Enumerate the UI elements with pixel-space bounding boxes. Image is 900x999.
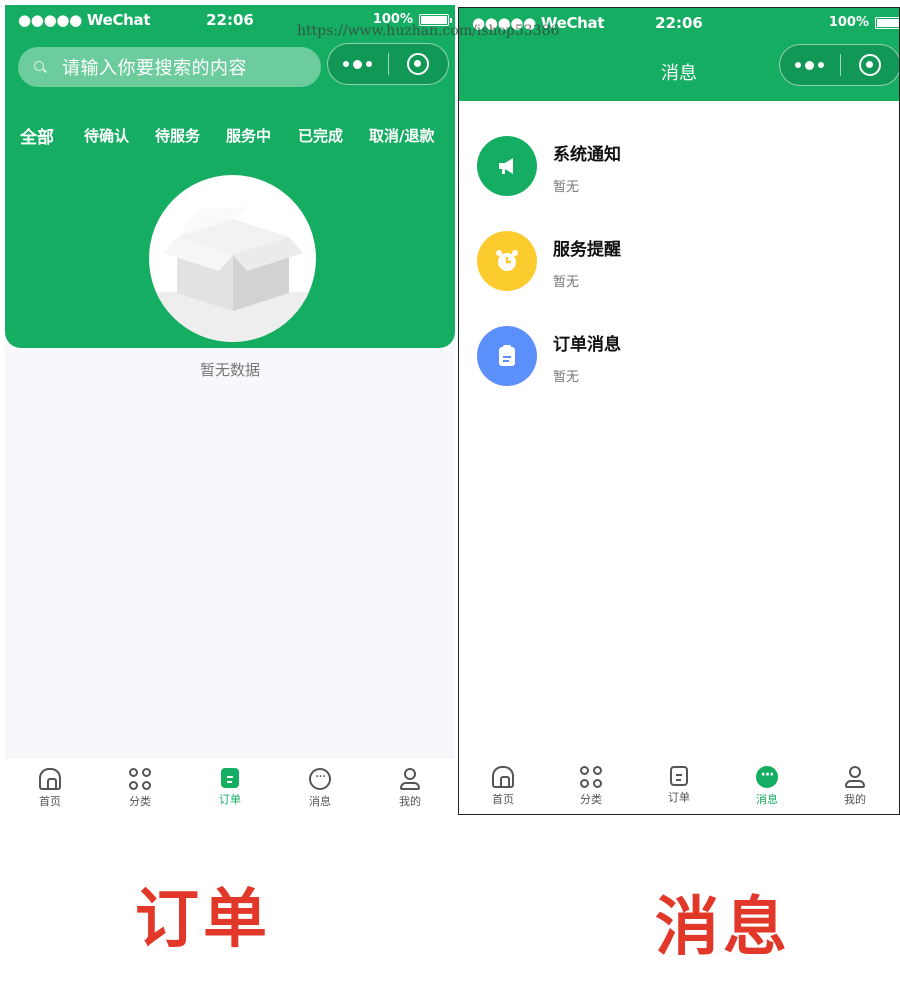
tabbar-home-label: 首页 [492,793,514,806]
tabbar-me-label: 我的 [399,795,421,808]
user-icon [844,766,866,788]
tabbar-home[interactable]: 首页 [459,756,547,814]
tabbar-category-label: 分类 [580,793,602,806]
home-icon [39,768,61,790]
tabbar-me[interactable]: 我的 [365,758,455,817]
tab-completed[interactable]: 已完成 [298,125,343,146]
tabbar-orders-label: 订单 [219,793,241,806]
miniprogram-capsule [779,44,899,86]
empty-state-text: 暂无数据 [199,361,260,379]
tabbar-category[interactable]: 分类 [547,756,635,814]
message-icon [756,766,778,788]
tabbar-me[interactable]: 我的 [811,756,899,814]
search-input[interactable]: 请输入你要搜索的内容 [18,47,321,87]
tabbar-messages[interactable]: 消息 [723,756,811,814]
message-item-title: 系统通知 [553,145,621,165]
messages-header: ●●●●● WeChat 22:06 100% 消息 [459,8,899,101]
tabbar-orders[interactable]: 订单 [635,756,723,814]
home-icon [492,766,514,788]
messages-screen: ●●●●● WeChat 22:06 100% 消息 系统通知 暂无 服务提醒 … [458,7,900,815]
close-miniprogram-icon[interactable] [388,53,448,75]
tabbar-me-label: 我的 [844,793,866,806]
message-item-order[interactable]: 订单消息 暂无 [477,326,877,386]
close-miniprogram-icon[interactable] [840,54,899,76]
tab-all[interactable]: 全部 [20,123,54,148]
megaphone-icon [477,136,537,196]
bottom-tabbar: 首页 分类 订单 消息 我的 [459,756,899,814]
tabbar-messages-label: 消息 [309,795,331,808]
more-menu-icon[interactable] [780,60,840,70]
more-menu-icon[interactable] [328,59,388,69]
tabbar-messages[interactable]: 消息 [275,758,365,817]
caption-orders: 订单 [135,883,271,957]
tabbar-category-label: 分类 [129,795,151,808]
category-icon [580,766,602,788]
tab-pending-service[interactable]: 待服务 [155,125,200,146]
tabbar-category[interactable]: 分类 [95,758,185,817]
tabbar-orders-label: 订单 [668,791,690,804]
category-icon [129,768,151,790]
tab-cancelled-refund[interactable]: 取消/退款 [369,125,434,146]
message-item-title: 订单消息 [553,335,621,355]
watermark-url: https://www.huzhan.com/ishop53386 [297,23,560,39]
message-item-system[interactable]: 系统通知 暂无 [477,136,877,196]
caption-messages: 消息 [655,891,791,965]
message-item-subtitle: 暂无 [553,370,580,385]
message-item-title: 服务提醒 [553,240,621,260]
order-icon [670,766,688,786]
message-icon [309,768,331,790]
tabbar-orders[interactable]: 订单 [185,758,275,817]
tabbar-home-label: 首页 [39,795,61,808]
clipboard-icon [477,326,537,386]
tabbar-messages-label: 消息 [756,793,778,806]
orders-screen: ●●●●● WeChat 22:06 100% 请输入你要搜索的内容 全部 待确… [5,5,455,817]
tab-in-service[interactable]: 服务中 [226,125,271,146]
order-icon [221,768,239,788]
user-icon [399,768,421,790]
battery-indicator: 100% [828,15,899,30]
tabbar-home[interactable]: 首页 [5,758,95,817]
battery-percent: 100% [828,15,869,30]
empty-box-illustration [149,175,316,342]
alarm-clock-icon [477,231,537,291]
miniprogram-capsule [327,43,449,85]
orders-header: ●●●●● WeChat 22:06 100% 请输入你要搜索的内容 全部 待确… [5,5,455,348]
order-status-tabs: 全部 待确认 待服务 服务中 已完成 取消/退款 [5,123,455,153]
message-item-service-reminder[interactable]: 服务提醒 暂无 [477,231,877,291]
search-icon [34,61,44,71]
message-item-subtitle: 暂无 [553,275,580,290]
search-placeholder: 请输入你要搜索的内容 [62,58,247,79]
battery-icon [875,16,899,29]
tab-pending-confirm[interactable]: 待确认 [84,125,129,146]
bottom-tabbar: 首页 分类 订单 消息 我的 [5,757,455,817]
message-item-subtitle: 暂无 [553,180,580,195]
